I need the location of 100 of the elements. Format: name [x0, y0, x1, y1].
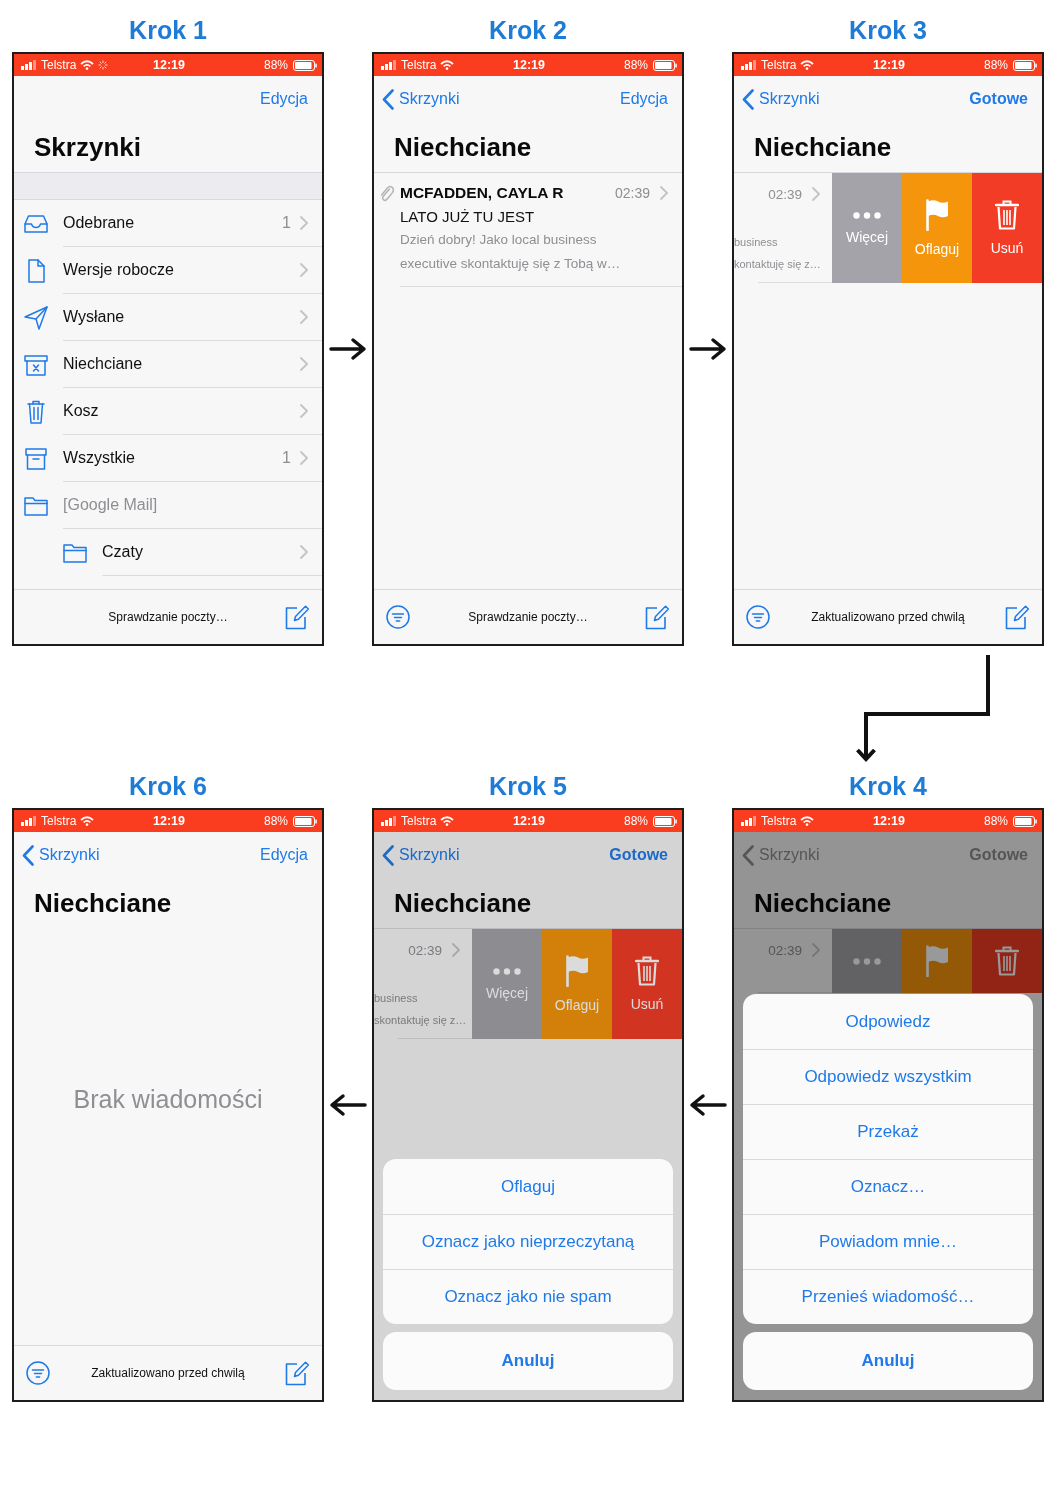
- step-heading: Krok 3: [849, 15, 927, 46]
- back-chevron-icon: [22, 844, 34, 866]
- sheet-option[interactable]: Przenieś wiadomość…: [743, 1269, 1033, 1324]
- screen-title: Niechciane: [394, 131, 532, 163]
- back-chevron-icon: [382, 88, 394, 110]
- delete-button[interactable]: [972, 929, 1042, 993]
- step-heading: Krok 2: [489, 15, 567, 46]
- screen-title: Niechciane: [754, 887, 892, 919]
- edit-button[interactable]: Edycja: [619, 90, 668, 108]
- edit-button[interactable]: Edycja: [259, 846, 308, 864]
- preview-text: skontaktuję się z…: [374, 1014, 467, 1026]
- message-time: 02:39: [408, 942, 442, 958]
- unread-count: 1: [282, 214, 291, 232]
- ellipsis-icon: [853, 211, 881, 219]
- edit-button[interactable]: Edycja: [259, 90, 308, 108]
- chevron-icon: [300, 310, 308, 324]
- sheet-option[interactable]: Odpowiedz wszystkim: [743, 1049, 1033, 1104]
- step-heading: Krok 6: [129, 771, 207, 802]
- carrier-name: Telstra: [401, 814, 437, 828]
- signal-icon: [21, 816, 37, 826]
- preview-text: business: [374, 992, 418, 1004]
- empty-message: Brak wiadomości: [73, 1085, 263, 1114]
- chevron-icon: [300, 357, 308, 371]
- flag-icon: [565, 955, 589, 987]
- back-chevron-icon: [742, 844, 754, 866]
- mailbox-label[interactable]: Wysłane: [63, 308, 125, 326]
- flag-button[interactable]: [902, 929, 972, 993]
- more-button[interactable]: Więcej: [472, 929, 542, 1039]
- back-button[interactable]: Skrzynki: [382, 844, 460, 866]
- done-button[interactable]: Gotowe: [969, 90, 1028, 108]
- clock-time: 12:19: [873, 58, 905, 72]
- sheet-option[interactable]: Przekaż: [743, 1104, 1033, 1159]
- done-button[interactable]: Gotowe: [609, 846, 668, 864]
- compose-icon[interactable]: [284, 1360, 310, 1386]
- clock-time: 12:19: [513, 814, 545, 828]
- wifi-icon: [800, 816, 815, 826]
- battery-percent: 88%: [623, 814, 648, 828]
- compose-icon[interactable]: [284, 604, 310, 630]
- paper-plane-icon: [24, 305, 48, 330]
- wifi-icon: [80, 60, 95, 70]
- flag-button[interactable]: Oflaguj: [542, 929, 612, 1039]
- message-time: 02:39: [614, 185, 650, 201]
- delete-button[interactable]: Usuń: [612, 929, 682, 1039]
- carrier-name: Telstra: [41, 814, 77, 828]
- filter-icon[interactable]: [386, 605, 410, 629]
- battery-percent: 88%: [983, 58, 1008, 72]
- sync-status: Sprawdzanie poczty…: [468, 610, 588, 624]
- ellipsis-icon: [853, 957, 881, 965]
- back-button[interactable]: Skrzynki: [22, 844, 100, 866]
- message-time: 02:39: [768, 942, 802, 958]
- sheet-option[interactable]: Oznacz jako nie spam: [383, 1269, 673, 1324]
- signal-icon: [21, 60, 37, 70]
- mailbox-label[interactable]: Wszystkie: [63, 449, 135, 467]
- compose-icon[interactable]: [644, 604, 670, 630]
- cancel-button[interactable]: Anuluj: [743, 1332, 1033, 1390]
- filter-icon[interactable]: [746, 605, 770, 629]
- sync-status: Zaktualizowano przed chwilą: [811, 610, 965, 624]
- battery-icon: [653, 59, 677, 71]
- preview-text: kontaktuję się z…: [734, 258, 821, 270]
- battery-icon: [293, 59, 317, 71]
- mailbox-label[interactable]: Odebrane: [63, 214, 135, 232]
- battery-percent: 88%: [263, 814, 288, 828]
- trash-icon: [995, 200, 1019, 230]
- carrier-name: Telstra: [401, 58, 437, 72]
- battery-icon: [293, 815, 317, 827]
- mailbox-label[interactable]: Niechciane: [63, 355, 143, 373]
- delete-button[interactable]: Usuń: [972, 173, 1042, 283]
- filter-icon[interactable]: [26, 1361, 50, 1385]
- chevron-icon: [300, 263, 308, 277]
- unread-count: 1: [282, 449, 291, 467]
- clock-time: 12:19: [873, 814, 905, 828]
- signal-icon: [741, 60, 757, 70]
- flag-icon: [925, 945, 949, 977]
- back-button[interactable]: Skrzynki: [742, 88, 820, 110]
- clock-time: 12:19: [153, 58, 185, 72]
- crossed-box-icon: [24, 352, 48, 377]
- compose-icon[interactable]: [1004, 604, 1030, 630]
- back-button[interactable]: Skrzynki: [382, 88, 460, 110]
- battery-percent: 88%: [263, 58, 288, 72]
- more-button[interactable]: Więcej: [832, 173, 902, 283]
- mailbox-label[interactable]: Kosz: [63, 402, 99, 420]
- wifi-icon: [440, 816, 455, 826]
- mailbox-label[interactable]: Wersje robocze: [63, 261, 174, 279]
- preview-text: business: [734, 236, 778, 248]
- sheet-option[interactable]: Odpowiedz: [743, 994, 1033, 1049]
- chevron-icon: [300, 545, 308, 559]
- battery-percent: 88%: [623, 58, 648, 72]
- step-heading: Krok 5: [489, 771, 567, 802]
- sheet-option[interactable]: Oznacz jako nieprzeczytaną: [383, 1214, 673, 1269]
- message-time: 02:39: [768, 186, 802, 202]
- message-subject: LATO JUŻ TU JEST: [400, 208, 535, 225]
- flag-button[interactable]: Oflaguj: [902, 173, 972, 283]
- sheet-option[interactable]: Powiadom mnie…: [743, 1214, 1033, 1269]
- screen-title: Skrzynki: [34, 131, 141, 163]
- sheet-option[interactable]: Oflaguj: [383, 1159, 673, 1214]
- sheet-option[interactable]: Oznacz…: [743, 1159, 1033, 1214]
- clock-time: 12:19: [513, 58, 545, 72]
- step-heading: Krok 1: [129, 15, 207, 46]
- cancel-button[interactable]: Anuluj: [383, 1332, 673, 1390]
- sender-name: MCFADDEN, CAYLA R: [400, 184, 564, 202]
